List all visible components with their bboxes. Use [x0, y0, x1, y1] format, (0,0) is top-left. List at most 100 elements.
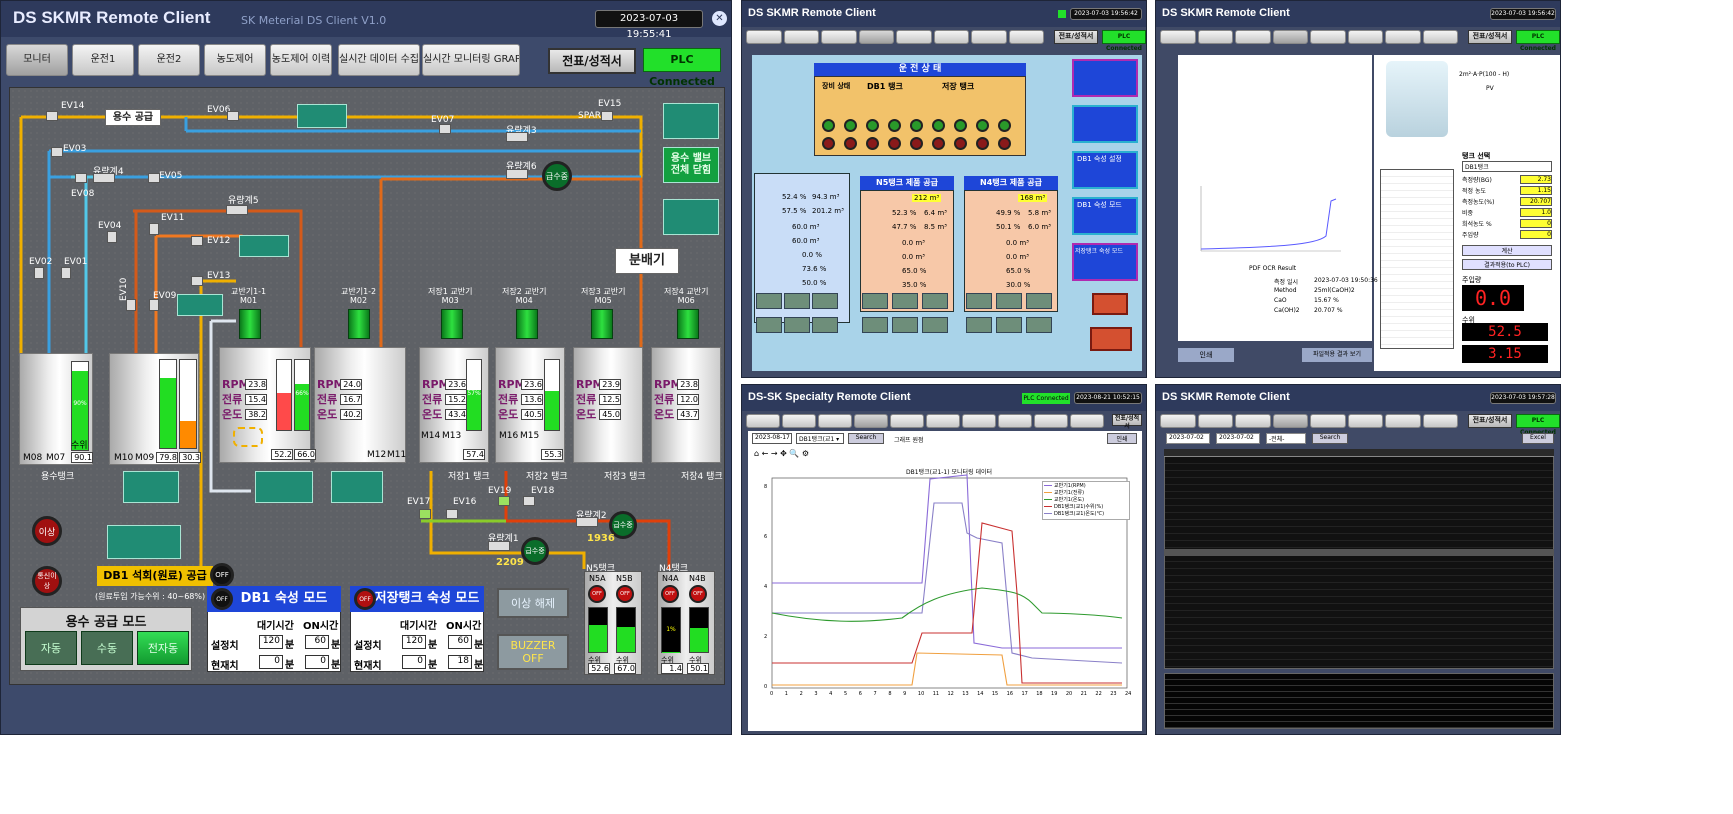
db1_mode-v21[interactable]: 0: [259, 655, 283, 669]
valve-ev16[interactable]: [446, 509, 458, 519]
buzzer-off-button[interactable]: BUZZER OFF: [497, 634, 569, 670]
w3-calc-button[interactable]: 계산: [1462, 245, 1552, 256]
flowmeter-6[interactable]: [506, 169, 528, 179]
w2-tab-6[interactable]: [971, 30, 1007, 44]
w2-side-btn-2[interactable]: [1090, 327, 1132, 351]
w4-tab-0[interactable]: [746, 414, 780, 428]
w3-report-button[interactable]: 전표/성적서: [1468, 30, 1512, 44]
w3-tab-3[interactable]: [1272, 30, 1308, 44]
db1_mode-v11[interactable]: 120: [259, 635, 283, 649]
w4-radio-origin[interactable]: 그래프 원점: [894, 435, 924, 444]
w3-tab-2[interactable]: [1235, 30, 1271, 44]
w3-view-result-button[interactable]: 파일적용 결과 보기: [1302, 348, 1372, 362]
valve-ev11[interactable]: [149, 223, 159, 235]
w3-tab-7[interactable]: [1422, 30, 1458, 44]
valve-ev08[interactable]: [75, 173, 87, 183]
teal-box-mid[interactable]: [239, 235, 289, 257]
valve-ev04[interactable]: [107, 231, 117, 243]
w2-report-button[interactable]: 전표/성적서: [1054, 30, 1098, 44]
w5-date-from[interactable]: 2023-07-02: [1166, 433, 1210, 444]
valve-ev12[interactable]: [191, 236, 203, 246]
w4-tab-3[interactable]: [854, 414, 888, 428]
valve-ev09[interactable]: [149, 299, 159, 311]
flowmeter-1[interactable]: [488, 541, 510, 551]
teal-box-right-1[interactable]: [663, 103, 719, 139]
w2-ctrl-button-15[interactable]: [966, 317, 992, 333]
valve-ev06[interactable]: [227, 111, 239, 121]
w3-param-value-5[interactable]: 0: [1520, 230, 1552, 239]
valve-ev01[interactable]: [61, 267, 71, 279]
teal-box-below-2[interactable]: [255, 471, 313, 503]
w2-ctrl-button-2[interactable]: [812, 293, 838, 309]
w3-param-value-2[interactable]: 20.707: [1520, 197, 1552, 206]
w4-tab-5[interactable]: [926, 414, 960, 428]
w2-ctrl-button-11[interactable]: [922, 317, 948, 333]
tab-5[interactable]: 실시간 데이터 수집: [338, 44, 420, 76]
w5-tab-7[interactable]: [1422, 414, 1458, 428]
flowmeter-5[interactable]: [226, 205, 248, 215]
w2-tab-7[interactable]: [1008, 30, 1044, 44]
w2-ctrl-button-6[interactable]: [862, 293, 888, 309]
w2-ctrl-button-13[interactable]: [996, 293, 1022, 309]
flowmeter-2[interactable]: [576, 517, 598, 527]
w3-param-value-0[interactable]: 2.73: [1520, 175, 1552, 184]
w5-tab-2[interactable]: [1235, 414, 1271, 428]
w5-data-grid[interactable]: [1164, 449, 1554, 669]
valve-ev13[interactable]: [191, 276, 203, 286]
w2-ctrl-button-1[interactable]: [784, 293, 810, 309]
w2-ctrl-button-16[interactable]: [996, 317, 1022, 333]
w2-ctrl-button-14[interactable]: [1026, 293, 1052, 309]
teal-box-right-2[interactable]: [663, 199, 719, 235]
w3-tab-5[interactable]: [1347, 30, 1383, 44]
w2-ctrl-button-4[interactable]: [784, 317, 810, 333]
tab-2[interactable]: 운전2: [138, 44, 200, 76]
w3-tab-0[interactable]: [1160, 30, 1196, 44]
w2-ctrl-button-0[interactable]: [756, 293, 782, 309]
db1_mode-v22[interactable]: 0: [305, 655, 329, 669]
flowmeter-3[interactable]: [506, 132, 528, 142]
valve-ev05[interactable]: [148, 173, 160, 183]
alarm-reset-button[interactable]: 이상 해제: [497, 588, 569, 618]
w2-ctrl-button-17[interactable]: [1026, 317, 1052, 333]
w3-tank-select[interactable]: DB1탱크: [1462, 161, 1552, 172]
tab-6[interactable]: 실시간 모니터링 GRAPH: [422, 44, 520, 76]
w5-filter-select[interactable]: -전체-: [1266, 433, 1306, 444]
w3-tab-4[interactable]: [1310, 30, 1346, 44]
st_mode-v12[interactable]: 60: [448, 635, 472, 649]
w5-tab-6[interactable]: [1385, 414, 1421, 428]
w2-side-btn-1[interactable]: [1092, 293, 1128, 315]
db1_mode-v12[interactable]: 60: [305, 635, 329, 649]
w2-tab-2[interactable]: [821, 30, 857, 44]
w5-tab-3[interactable]: [1272, 414, 1308, 428]
w3-param-value-3[interactable]: 1.0: [1520, 208, 1552, 217]
w2-ctrl-button-3[interactable]: [756, 317, 782, 333]
w4-tab-6[interactable]: [962, 414, 996, 428]
flowmeter-4[interactable]: [93, 173, 115, 183]
tab-1[interactable]: 운전1: [72, 44, 134, 76]
w4-search-button[interactable]: Search: [848, 433, 884, 444]
valve-ev10[interactable]: [126, 299, 136, 311]
w2-ctrl-button-8[interactable]: [922, 293, 948, 309]
teal-box-top[interactable]: [297, 104, 347, 128]
w2-tab-3[interactable]: [858, 30, 894, 44]
w3-param-value-1[interactable]: 1.15: [1520, 186, 1552, 195]
teal-box-db1[interactable]: [107, 525, 181, 559]
w2-ctrl-button-12[interactable]: [966, 293, 992, 309]
mode-auto-button[interactable]: 자동: [25, 631, 77, 665]
w4-toolbar-icons[interactable]: ⌂ ← → ✥ 🔍 ⚙: [754, 449, 809, 458]
tab-3[interactable]: 농도제어: [204, 44, 266, 76]
valve-ev07[interactable]: [439, 124, 451, 134]
w4-tab-8[interactable]: [1034, 414, 1068, 428]
w5-tab-0[interactable]: [1160, 414, 1196, 428]
w5-search-button[interactable]: Search: [1312, 433, 1348, 444]
w5-date-to[interactable]: 2023-07-02: [1216, 433, 1260, 444]
w4-tank-select[interactable]: DB1탱크(교1 ▾: [796, 433, 844, 444]
w5-tab-5[interactable]: [1347, 414, 1383, 428]
w4-print-button[interactable]: 인쇄: [1107, 433, 1137, 444]
w3-print-button[interactable]: 인쇄: [1178, 348, 1234, 362]
valve-ev14[interactable]: [46, 111, 58, 121]
w2-tab-5[interactable]: [933, 30, 969, 44]
w2-ctrl-button-5[interactable]: [812, 317, 838, 333]
tab-4[interactable]: 농도제어 이력: [270, 44, 332, 76]
w5-tab-1[interactable]: [1197, 414, 1233, 428]
